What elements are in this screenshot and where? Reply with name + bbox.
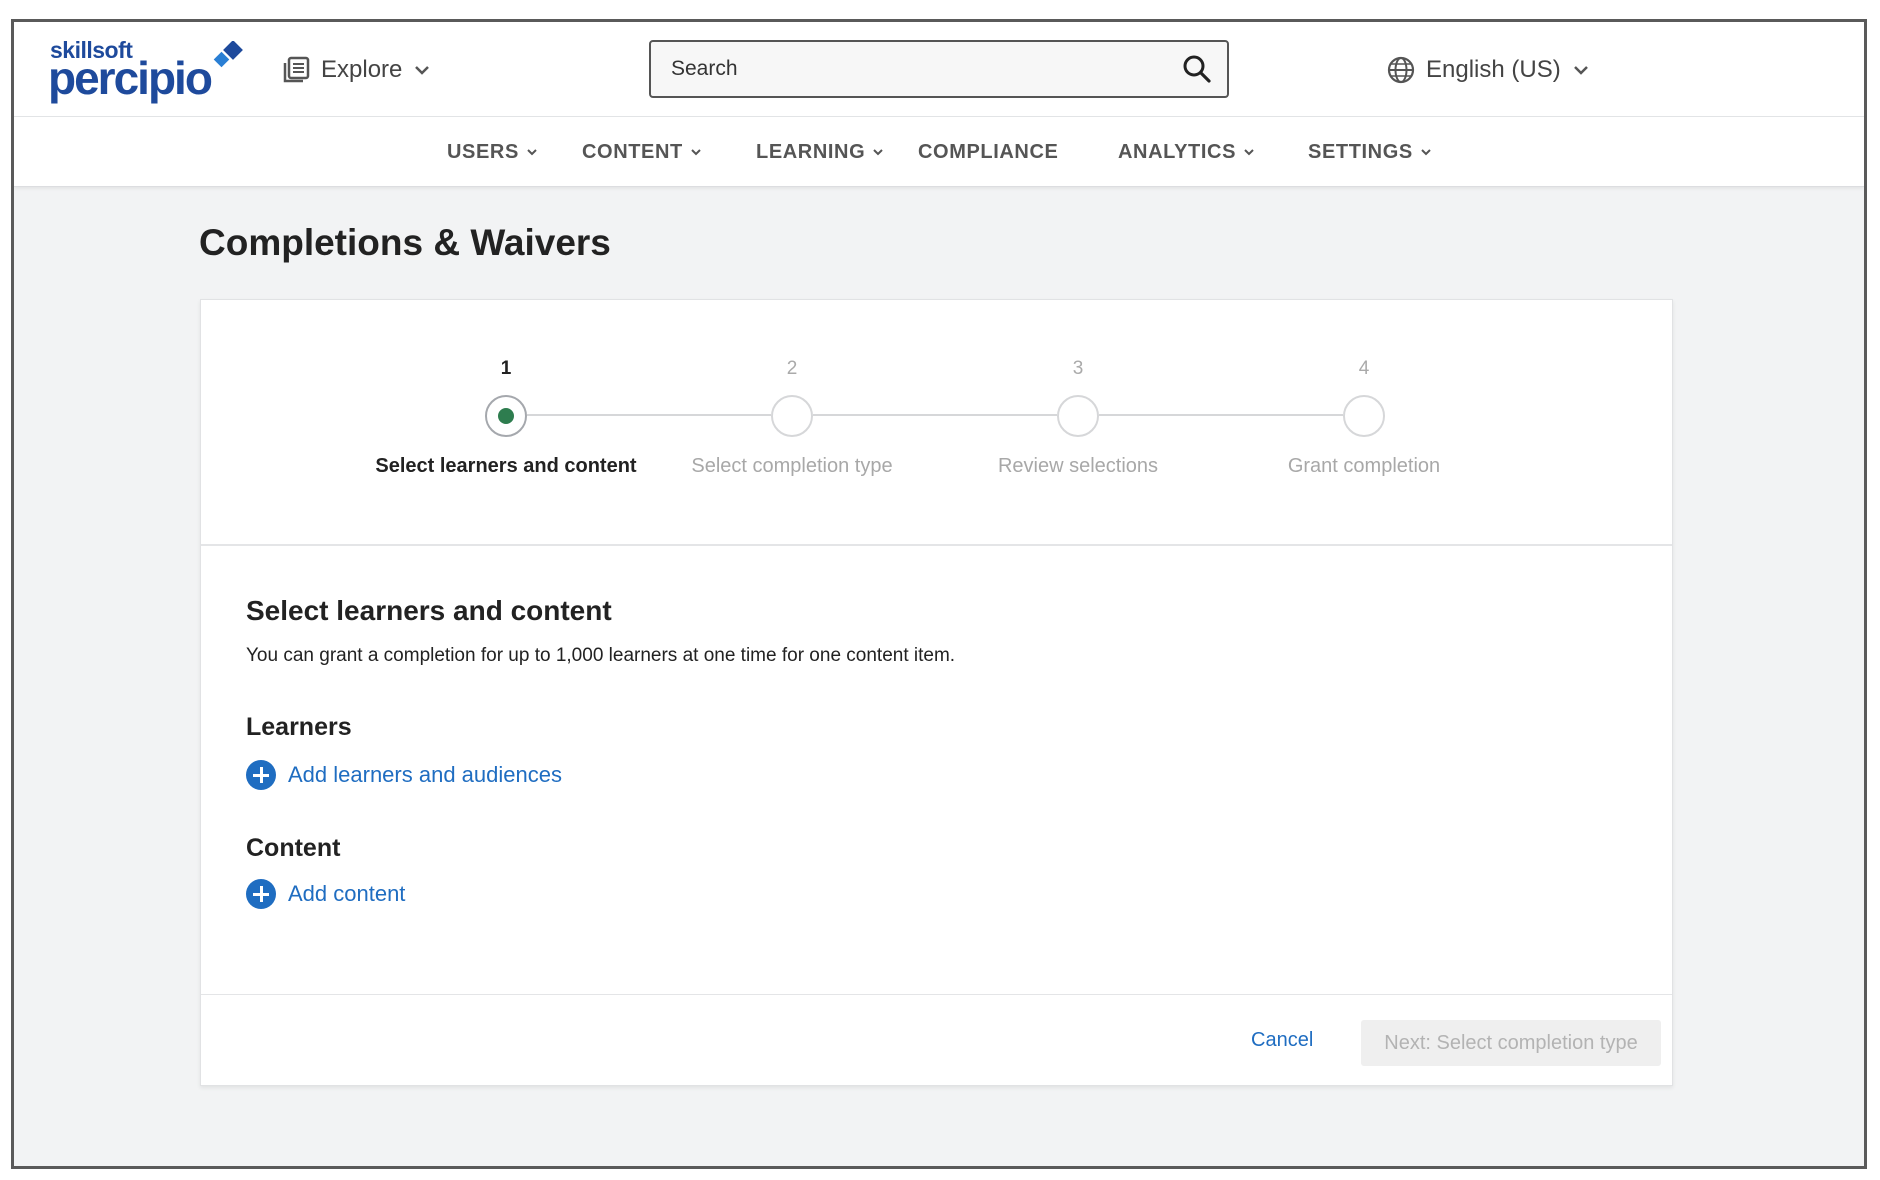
add-learners-link[interactable]: Add learners and audiences (246, 760, 562, 790)
nav-item-label: USERS (447, 140, 519, 163)
step-indicator (771, 395, 813, 437)
step-4: 4 Grant completion (1214, 300, 1514, 500)
section-title: Select learners and content (246, 595, 612, 626)
progress-stepper: 1 Select learners and content 2 Select c… (201, 300, 1672, 546)
language-label: English (US) (1426, 56, 1561, 83)
search-box (649, 40, 1229, 98)
add-content-label: Add content (288, 881, 406, 906)
nav-item-label: ANALYTICS (1118, 140, 1237, 163)
library-icon (283, 56, 310, 83)
step-number: 1 (500, 358, 512, 379)
nav-item-analytics[interactable]: ANALYTICS (1118, 117, 1256, 187)
chevron-down-icon (1244, 149, 1254, 156)
step-indicator (1343, 395, 1385, 437)
percipio-logo[interactable]: skillsoft percipio (48, 37, 248, 107)
globe-icon (1387, 56, 1415, 84)
language-selector[interactable]: English (US) (1386, 52, 1591, 88)
plus-circle-icon (246, 879, 276, 909)
nav-item-label: LEARNING (756, 140, 866, 163)
nav-item-content[interactable]: CONTENT (582, 117, 703, 187)
nav-item-learning[interactable]: LEARNING (756, 117, 885, 187)
app-window: skillsoft percipio Explore Search Englis… (11, 19, 1867, 1169)
learners-heading: Learners (246, 713, 352, 741)
add-learners-label: Add learners and audiences (288, 762, 562, 787)
step-2: 2 Select completion type (642, 300, 942, 500)
main-nav: USERS CONTENT LEARNING COMPLIANCE ANALYT… (14, 117, 1864, 187)
step-number: 3 (1072, 358, 1084, 379)
logo-percipio-text: percipio (48, 52, 213, 104)
step-3: 3 Review selections (928, 300, 1228, 500)
logo-diamond-icon (213, 41, 243, 68)
chevron-down-icon (691, 149, 701, 156)
step-label: Grant completion (1287, 455, 1441, 477)
chevron-down-icon (1421, 149, 1431, 156)
nav-item-label: COMPLIANCE (918, 140, 1059, 163)
cancel-button[interactable]: Cancel (1251, 1018, 1313, 1062)
plus-circle-icon (246, 760, 276, 790)
next-button[interactable]: Next: Select completion type (1361, 1020, 1661, 1066)
nav-item-label: SETTINGS (1308, 140, 1413, 163)
chevron-down-icon (1573, 66, 1588, 75)
explore-menu[interactable]: Explore (281, 52, 432, 88)
search-icon[interactable] (1181, 53, 1213, 85)
nav-item-users[interactable]: USERS (447, 117, 539, 187)
step-indicator (485, 395, 527, 437)
chevron-down-icon (527, 149, 537, 156)
top-bar: skillsoft percipio Explore Search Englis… (14, 22, 1864, 117)
content-heading: Content (246, 834, 341, 862)
nav-item-label: CONTENT (582, 140, 683, 163)
card-footer: Cancel Next: Select completion type (201, 994, 1672, 1087)
step-1: 1 Select learners and content (356, 300, 656, 500)
search-input[interactable] (671, 42, 1161, 96)
page-title: Completions & Waivers (199, 222, 611, 263)
chevron-down-icon (873, 149, 883, 156)
step-active-dot (498, 408, 514, 424)
nav-item-settings[interactable]: SETTINGS (1308, 117, 1433, 187)
chevron-down-icon (415, 66, 430, 75)
step-indicator (1057, 395, 1099, 437)
step-number: 4 (1358, 358, 1370, 379)
nav-item-compliance[interactable]: COMPLIANCE (918, 117, 1058, 187)
add-content-link[interactable]: Add content (246, 879, 405, 909)
explore-label: Explore (321, 56, 403, 83)
wizard-card: 1 Select learners and content 2 Select c… (200, 299, 1673, 1086)
step-number: 2 (786, 358, 798, 379)
section-description: You can grant a completion for up to 1,0… (246, 645, 956, 666)
